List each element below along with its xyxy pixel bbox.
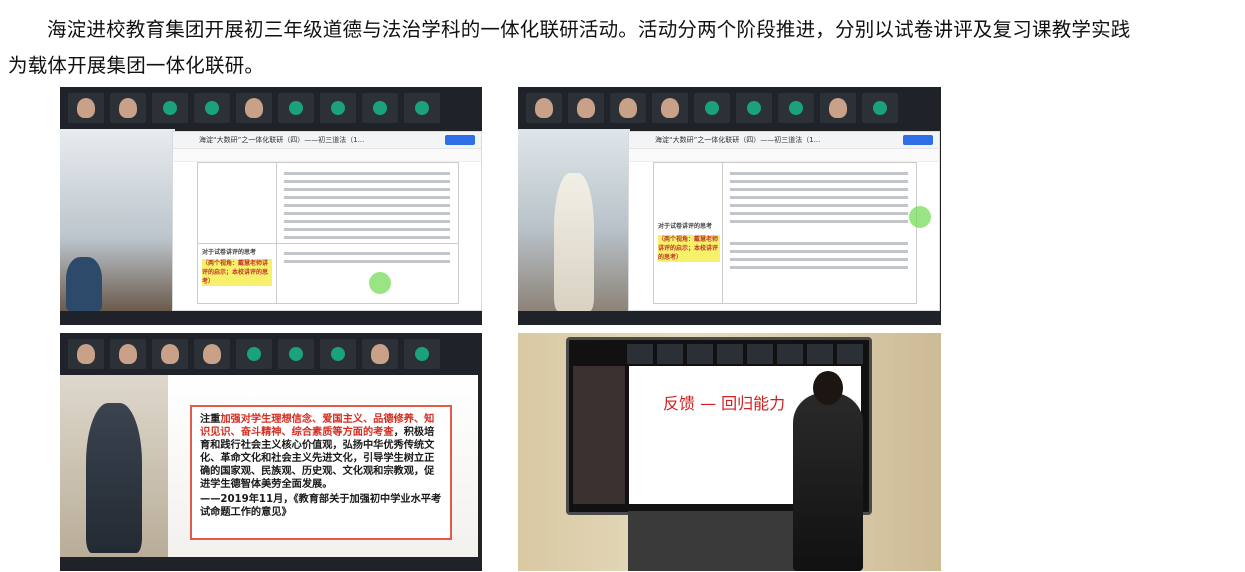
pointer-highlight [369, 272, 391, 294]
document-toolbar [173, 149, 481, 162]
photo-classroom-board: 反馈 — 回归能力 [518, 333, 941, 571]
document-table: 对于试卷讲评的思考 （两个视角：戴慧老师讲评的启示；本校讲评的思考） [197, 162, 459, 304]
pointer-highlight [909, 206, 931, 228]
participant-strip [518, 87, 941, 129]
photo-meeting-slide: 注重加强对学生理想信念、爱国主义、品德修养、知识见识、奋斗精神、综合素质等方面的… [60, 333, 482, 571]
shared-document-window: 海淀“大数研”之一体化联研（四）——初三道法（1... 对于试卷讲评的思考 （两… [628, 131, 940, 311]
share-button [903, 135, 933, 145]
share-button [445, 135, 475, 145]
meeting-control-bar [518, 311, 941, 325]
speaker-figure [554, 173, 594, 311]
participant-strip [60, 87, 482, 129]
slide-body-text: 注重 [200, 414, 221, 425]
document-title: 海淀“大数研”之一体化联研（四）——初三道法（1... [199, 136, 365, 144]
board-stand [628, 511, 798, 571]
participant-figure [66, 257, 102, 311]
slide-quote-text: 注重加强对学生理想信念、爱国主义、品德修养、知识见识、奋斗精神、综合素质等方面的… [200, 414, 434, 490]
slide-quote-box: 注重加强对学生理想信念、爱国主义、品德修养、知识见识、奋斗精神、综合素质等方面的… [190, 405, 452, 540]
shared-document-window: 海淀“大数研”之一体化联研（四）——初三道法（1... 对于试卷讲评的思考 （两… [172, 131, 482, 311]
teacher-figure [793, 371, 863, 571]
presentation-slide: 注重加强对学生理想信念、爱国主义、品德修养、知识见识、奋斗精神、综合素质等方面的… [168, 375, 478, 557]
meeting-control-bar [60, 557, 482, 571]
paragraph-line-1: 海淀进校教育集团开展初三年级道德与法治学科的一体化联研活动。活动分两个阶段推进，… [47, 18, 1131, 41]
document-title: 海淀“大数研”之一体化联研（四）——初三道法（1... [655, 136, 821, 144]
document-toolbar [629, 149, 939, 162]
slide-source: ——2019年11月，《教育部关于加强初中学业水平考试命题工作的意见》 [200, 494, 442, 518]
table-cell-heading: 对于试卷讲评的思考 [658, 223, 713, 230]
highlighted-note: （两个视角：戴慧老师讲评的启示；本校讲评的思考） [658, 235, 720, 262]
board-participant-strip [627, 344, 863, 364]
photo-meeting-document-2: 海淀“大数研”之一体化联研（四）——初三道法（1... 对于试卷讲评的思考 （两… [518, 87, 941, 325]
meeting-control-bar [60, 311, 482, 325]
document-table: 对于试卷讲评的思考 （两个视角：戴慧老师讲评的启示；本校讲评的思考） [653, 162, 917, 304]
table-cell-heading: 对于试卷讲评的思考 [202, 249, 257, 256]
article-paragraph: 海淀进校教育集团开展初三年级道德与法治学科的一体化联研活动。活动分两个阶段推进，… [8, 12, 1233, 84]
highlighted-note: （两个视角：戴慧老师讲评的启示；本校讲评的思考） [202, 259, 272, 286]
board-video-feed [573, 366, 625, 504]
board-handwriting: 反馈 — 回归能力 [663, 394, 786, 413]
participant-strip [60, 333, 482, 375]
paragraph-line-2: 为载体开展集团一体化联研。 [8, 54, 265, 77]
photo-meeting-document-1: 海淀“大数研”之一体化联研（四）——初三道法（1... 对于试卷讲评的思考 （两… [60, 87, 482, 325]
presenter-figure [86, 403, 142, 553]
